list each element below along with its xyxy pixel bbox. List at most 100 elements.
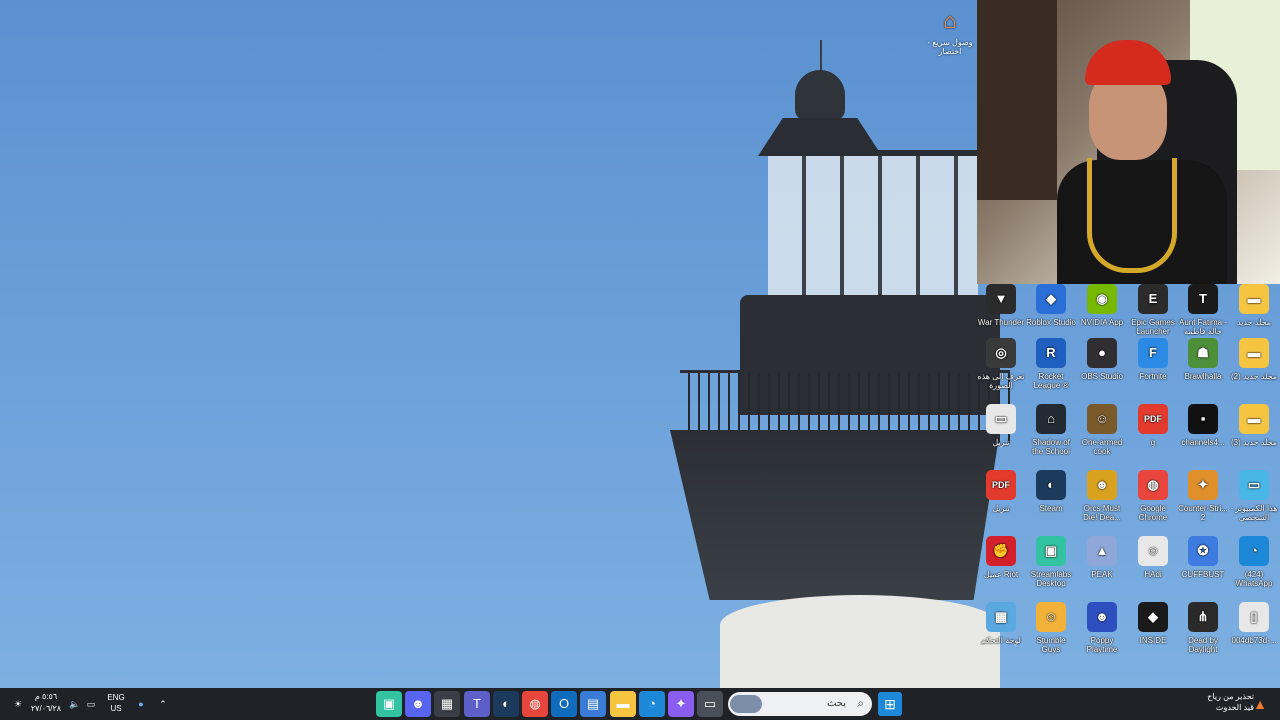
counterstrike-icon: ✦ — [1188, 470, 1218, 500]
desktop-icon[interactable]: ▼ War Thunder — [976, 284, 1026, 327]
lighthouse-dome — [795, 70, 845, 120]
desktop-icon[interactable]: ◔ (424) WhatsApp — [1229, 536, 1279, 588]
store-icon[interactable]: ▤ — [580, 691, 606, 717]
desktop-shortcut-quick-access[interactable]: ⌂ وصول سريع - اختصار — [926, 6, 974, 56]
steam-icon: ◐ — [1036, 470, 1066, 500]
desktop-icon[interactable]: ▣ Streamlabs Desktop — [1026, 536, 1076, 588]
desktop-icon[interactable]: E Epic Games Launcher — [1128, 284, 1178, 336]
desktop-icon-label: Counter-Stri... 2 — [1178, 504, 1228, 522]
desktop-icon[interactable]: ✊ عميل Riot — [976, 536, 1026, 579]
desktop-icon-grid: ▼ War Thunder ◆ Roblox Studio ◉ NVIDIA App E Ep… — [976, 284, 1280, 680]
outlook-icon[interactable]: O — [551, 691, 577, 717]
desktop-icon[interactable]: ▯ 004db73d-... — [1229, 602, 1279, 645]
desktop-icon[interactable]: R Rocket League ® — [1026, 338, 1076, 390]
pdf-icon: PDF — [986, 470, 1016, 500]
desktop-icon[interactable]: ▦ لوحة التحكم — [976, 602, 1026, 645]
desktop-icon[interactable]: ☗ Brawlhalla — [1178, 338, 1228, 381]
desktop-icon[interactable]: ◎ تعرف إلى هذه الصورة — [976, 338, 1026, 390]
control-panel-icon: ▦ — [986, 602, 1016, 632]
desktop-icon[interactable]: ▭ هذا الكمبيوتر - الشخصي — [1229, 470, 1279, 522]
desktop-icon[interactable]: ▭ تنزيل — [976, 404, 1026, 447]
desktop-icon[interactable]: F Fortnite — [1128, 338, 1178, 381]
weather-alert-title: تحذير من رياح — [1207, 692, 1254, 701]
folder-icon: ▬ — [1239, 404, 1269, 434]
desktop-icon[interactable]: ☺ HAdi — [1128, 536, 1178, 579]
download-file-icon: ▭ — [986, 404, 1016, 434]
weather-alert[interactable]: تحذير من رياح قيد الحدوث — [1134, 691, 1254, 713]
desktop-icon-label: (424) WhatsApp — [1235, 570, 1273, 588]
desktop-icon[interactable]: T Aunt Fatima - خالة فاطمة — [1178, 284, 1228, 336]
home-icon: ⌂ — [943, 8, 957, 33]
microphone-icon[interactable]: ● — [134, 688, 148, 720]
epic-icon: E — [1138, 284, 1168, 314]
game-icon: ☻ — [1087, 470, 1117, 500]
search-highlight-icon — [730, 695, 762, 713]
chevron-up-icon[interactable]: ⌃ — [156, 688, 170, 720]
desktop-icon[interactable]: ◉ NVIDIA App — [1077, 284, 1127, 327]
copilot-icon[interactable]: ✦ — [668, 691, 694, 717]
desktop-icon[interactable]: PDF g — [1128, 404, 1178, 447]
lang-bottom: US — [110, 704, 122, 713]
desktop-icon[interactable]: ◆ Roblox Studio — [1026, 284, 1076, 327]
game-icon: ☺ — [1087, 404, 1117, 434]
desktop-icon-label: INSIDE — [1139, 636, 1167, 645]
desktop-icon[interactable]: ▲ PEAK — [1077, 536, 1127, 579]
desktop-icon-label: War Thunder — [977, 318, 1025, 327]
desktop-icon-label: Poppy Playtime — [1086, 636, 1118, 654]
desktop-icon[interactable]: ◐ Steam — [1026, 470, 1076, 513]
steam-icon[interactable]: ◐ — [493, 691, 519, 717]
clock[interactable]: ٥:٥٦ م ٢٧/٠٦/٢٨ — [24, 691, 68, 715]
taskview-icon[interactable]: ▭ — [697, 691, 723, 717]
chrome-icon[interactable]: ◍ — [522, 691, 548, 717]
desktop-icon-label: CUFFBUST — [1181, 570, 1225, 579]
desktop-icon[interactable]: ☺ One-armed cook — [1077, 404, 1127, 456]
desktop-icon-label: Brawlhalla — [1184, 372, 1222, 381]
lang-top: ENG — [107, 693, 125, 702]
inside-icon: ◆ — [1138, 602, 1168, 632]
edge-icon[interactable]: ◔ — [639, 691, 665, 717]
deadbydaylight-icon: ⋔ — [1188, 602, 1218, 632]
desktop-icon[interactable]: ⌂ Shadow of the School — [1026, 404, 1076, 456]
desktop-icon[interactable]: ◆ INSIDE — [1128, 602, 1178, 645]
poppyplaytime-icon: ☻ — [1087, 602, 1117, 632]
desktop-icon[interactable]: ✦ Counter-Stri... 2 — [1178, 470, 1228, 522]
warning-icon[interactable]: ▲ — [1250, 688, 1270, 720]
desktop-icon-label: Steam — [1039, 504, 1063, 513]
desktop-icon[interactable]: ◍ Google Chrome — [1128, 470, 1178, 522]
phone-file-icon: ▯ — [1239, 602, 1269, 632]
desktop-icon-label: PEAK — [1091, 570, 1113, 579]
desktop-icon[interactable]: ☺ Stumble Guys — [1026, 602, 1076, 654]
search-placeholder: بحث — [826, 698, 846, 709]
desktop-icon[interactable]: PDF تنزيل — [976, 470, 1026, 513]
webcam-hat — [1085, 40, 1171, 85]
desktop-icon-label: OBS Studio — [1081, 372, 1123, 381]
widgets-icon[interactable]: ▦ — [434, 691, 460, 717]
desktop-icon-label: channels4... — [1181, 438, 1225, 447]
file-explorer-icon[interactable]: ▬ — [610, 691, 636, 717]
volume-icon[interactable]: 🔈 — [68, 688, 82, 720]
clock-time: ٥:٥٦ م — [34, 692, 58, 701]
rocketleague-icon: R — [1036, 338, 1066, 368]
streamlabs-icon[interactable]: ▣ — [376, 691, 402, 717]
desktop-icon[interactable]: ▬ مجلد جديد — [1229, 284, 1279, 327]
language-indicator[interactable]: ENG US — [104, 692, 128, 714]
desktop-icon[interactable]: ⋔ Dead by Daylight — [1178, 602, 1228, 654]
desktop-icon[interactable]: ▬ مجلد جديد (3) — [1229, 404, 1279, 447]
network-icon[interactable]: ▭ — [84, 688, 98, 720]
webcam-chain — [1087, 158, 1177, 273]
desktop-icon[interactable]: ✪ CUFFBUST — [1178, 536, 1228, 579]
teams-icon[interactable]: T — [464, 691, 490, 717]
image-file-icon: ▪ — [1188, 404, 1218, 434]
desktop-icon[interactable]: ▪ channels4... — [1178, 404, 1228, 447]
desktop-icon-label: Roblox Studio — [1026, 318, 1076, 327]
desktop-icon[interactable]: ▬ مجلد جديد (2) — [1229, 338, 1279, 381]
desktop-icon[interactable]: ☻ Orcs Must Die! Dea... — [1077, 470, 1127, 522]
search-box[interactable]: بحث ⌕ — [728, 692, 872, 716]
stumbleguys-icon: ☺ — [1036, 602, 1066, 632]
desktop-icon-label: عميل Riot — [983, 570, 1019, 579]
desktop-icon[interactable]: ● OBS Studio — [1077, 338, 1127, 381]
desktop-icon[interactable]: ☻ Poppy Playtime — [1077, 602, 1127, 654]
start-button[interactable]: ⊞ — [878, 692, 902, 716]
discord-icon[interactable]: ☻ — [405, 691, 431, 717]
game-icon: ⌂ — [1036, 404, 1066, 434]
